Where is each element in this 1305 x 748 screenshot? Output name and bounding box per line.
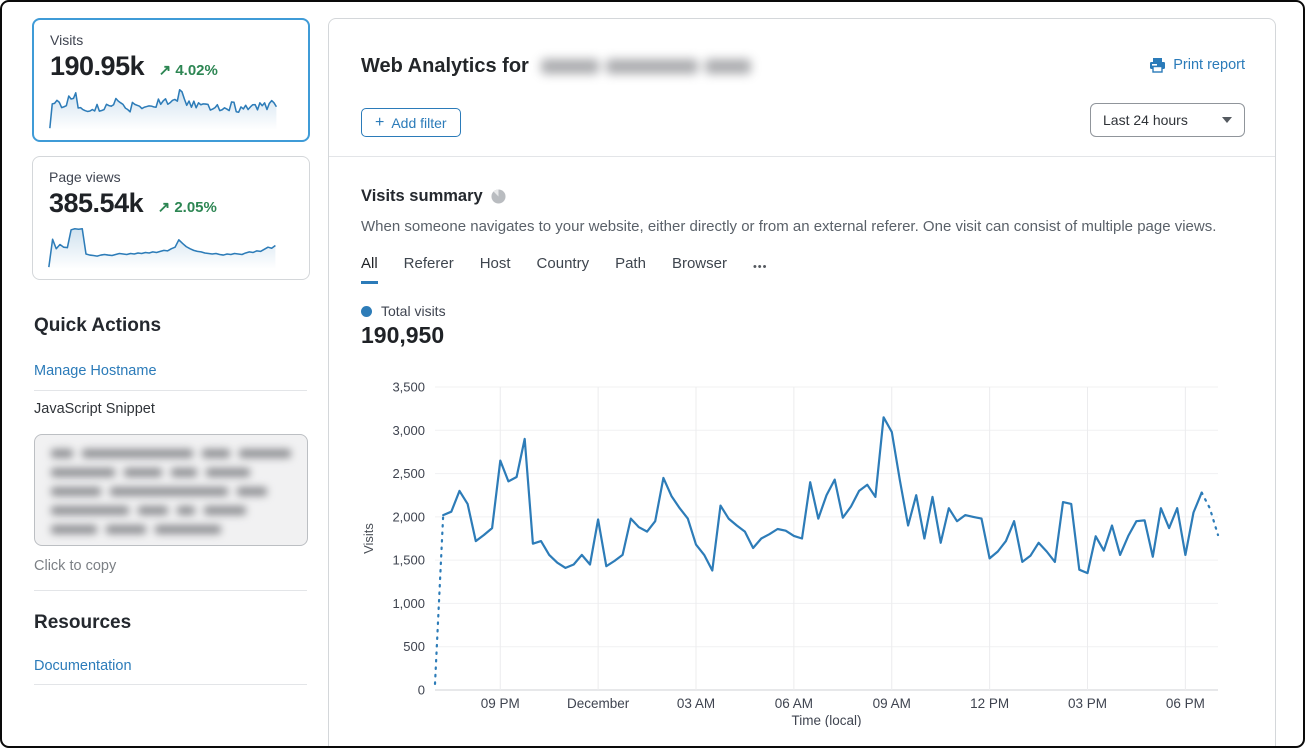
svg-text:09 PM: 09 PM (481, 696, 520, 711)
documentation-link[interactable]: Documentation (34, 658, 132, 674)
page-title: Web Analytics for (361, 55, 751, 78)
tab-path[interactable]: Path (615, 255, 646, 284)
pageviews-card-delta: ↗ 2.05% (158, 199, 217, 216)
legend-label: Total visits (381, 303, 446, 319)
trend-up-icon: ↗ (158, 199, 171, 216)
dimension-tabs: All Referer Host Country Path Browser ••… (361, 255, 768, 284)
divider (329, 156, 1275, 157)
visits-line-chart: 0 500 1,000 1,500 2,000 2,500 3,000 3,500 09 PM D… (359, 377, 1259, 727)
analytics-panel: Web Analytics for Print report + Add fil… (328, 18, 1276, 748)
app-window: Visits 190.95k ↗ 4.02% Page views 385.54… (0, 0, 1305, 748)
tabs-overflow-button[interactable]: ••• (753, 261, 768, 279)
click-to-copy-hint: Click to copy (34, 558, 116, 574)
plus-icon: + (375, 114, 384, 132)
tab-all[interactable]: All (361, 255, 378, 284)
redacted-code-line (51, 525, 291, 534)
svg-text:06 AM: 06 AM (775, 696, 813, 711)
pageviews-card-value: 385.54k (49, 188, 143, 218)
redacted-code-line (51, 449, 291, 458)
svg-text:Visits: Visits (361, 523, 376, 554)
redacted-code-line (51, 506, 291, 515)
manage-hostname-link[interactable]: Manage Hostname (34, 363, 157, 379)
tab-referer[interactable]: Referer (404, 255, 454, 284)
svg-text:03 AM: 03 AM (677, 696, 715, 711)
svg-text:3,500: 3,500 (392, 380, 425, 395)
svg-text:03 PM: 03 PM (1068, 696, 1107, 711)
add-filter-button[interactable]: + Add filter (361, 108, 461, 137)
time-range-dropdown[interactable]: Last 24 hours (1090, 103, 1245, 137)
svg-text:1,500: 1,500 (392, 553, 425, 568)
redacted-code-line (51, 487, 291, 496)
time-range-value: Last 24 hours (1103, 112, 1188, 128)
quick-actions-heading: Quick Actions (34, 315, 161, 337)
javascript-snippet-code-box[interactable] (34, 434, 308, 546)
legend-total-visits[interactable]: Total visits (361, 303, 446, 319)
divider (34, 390, 307, 391)
svg-text:Time (local): Time (local) (791, 713, 861, 727)
svg-text:09 AM: 09 AM (873, 696, 911, 711)
svg-text:0: 0 (418, 683, 425, 698)
svg-text:06 PM: 06 PM (1166, 696, 1205, 711)
svg-text:1,000: 1,000 (392, 596, 425, 611)
divider (34, 684, 307, 685)
redacted-domain (541, 59, 751, 74)
pageviews-sparkline-chart (45, 223, 279, 271)
javascript-snippet-label: JavaScript Snippet (34, 401, 155, 417)
svg-text:12 PM: 12 PM (970, 696, 1009, 711)
pageviews-card-label: Page views (49, 169, 121, 185)
visits-summary-title: Visits summary (361, 187, 506, 206)
visits-sparkline-chart (46, 84, 280, 132)
pie-chart-info-icon[interactable] (491, 189, 506, 204)
svg-text:2,000: 2,000 (392, 509, 425, 524)
visits-card-value: 190.95k (50, 51, 144, 81)
tab-host[interactable]: Host (480, 255, 511, 284)
svg-text:500: 500 (403, 639, 425, 654)
tab-country[interactable]: Country (537, 255, 590, 284)
chevron-down-icon (1222, 117, 1232, 123)
svg-text:December: December (567, 696, 630, 711)
svg-text:2,500: 2,500 (392, 466, 425, 481)
print-report-link[interactable]: Print report (1149, 57, 1245, 73)
divider (34, 590, 307, 591)
visits-card-label: Visits (50, 32, 83, 48)
printer-icon (1149, 57, 1166, 73)
visits-summary-description: When someone navigates to your website, … (361, 218, 1216, 235)
tab-browser[interactable]: Browser (672, 255, 727, 284)
trend-up-icon: ↗ (159, 62, 172, 79)
pageviews-metric-card[interactable]: Page views 385.54k ↗ 2.05% (32, 156, 310, 280)
redacted-code-line (51, 468, 291, 477)
svg-text:3,000: 3,000 (392, 423, 425, 438)
visits-metric-card[interactable]: Visits 190.95k ↗ 4.02% (32, 18, 310, 142)
total-visits-value: 190,950 (361, 322, 444, 349)
visits-card-delta: ↗ 4.02% (159, 62, 218, 79)
legend-dot-icon (361, 306, 372, 317)
resources-heading: Resources (34, 612, 131, 634)
